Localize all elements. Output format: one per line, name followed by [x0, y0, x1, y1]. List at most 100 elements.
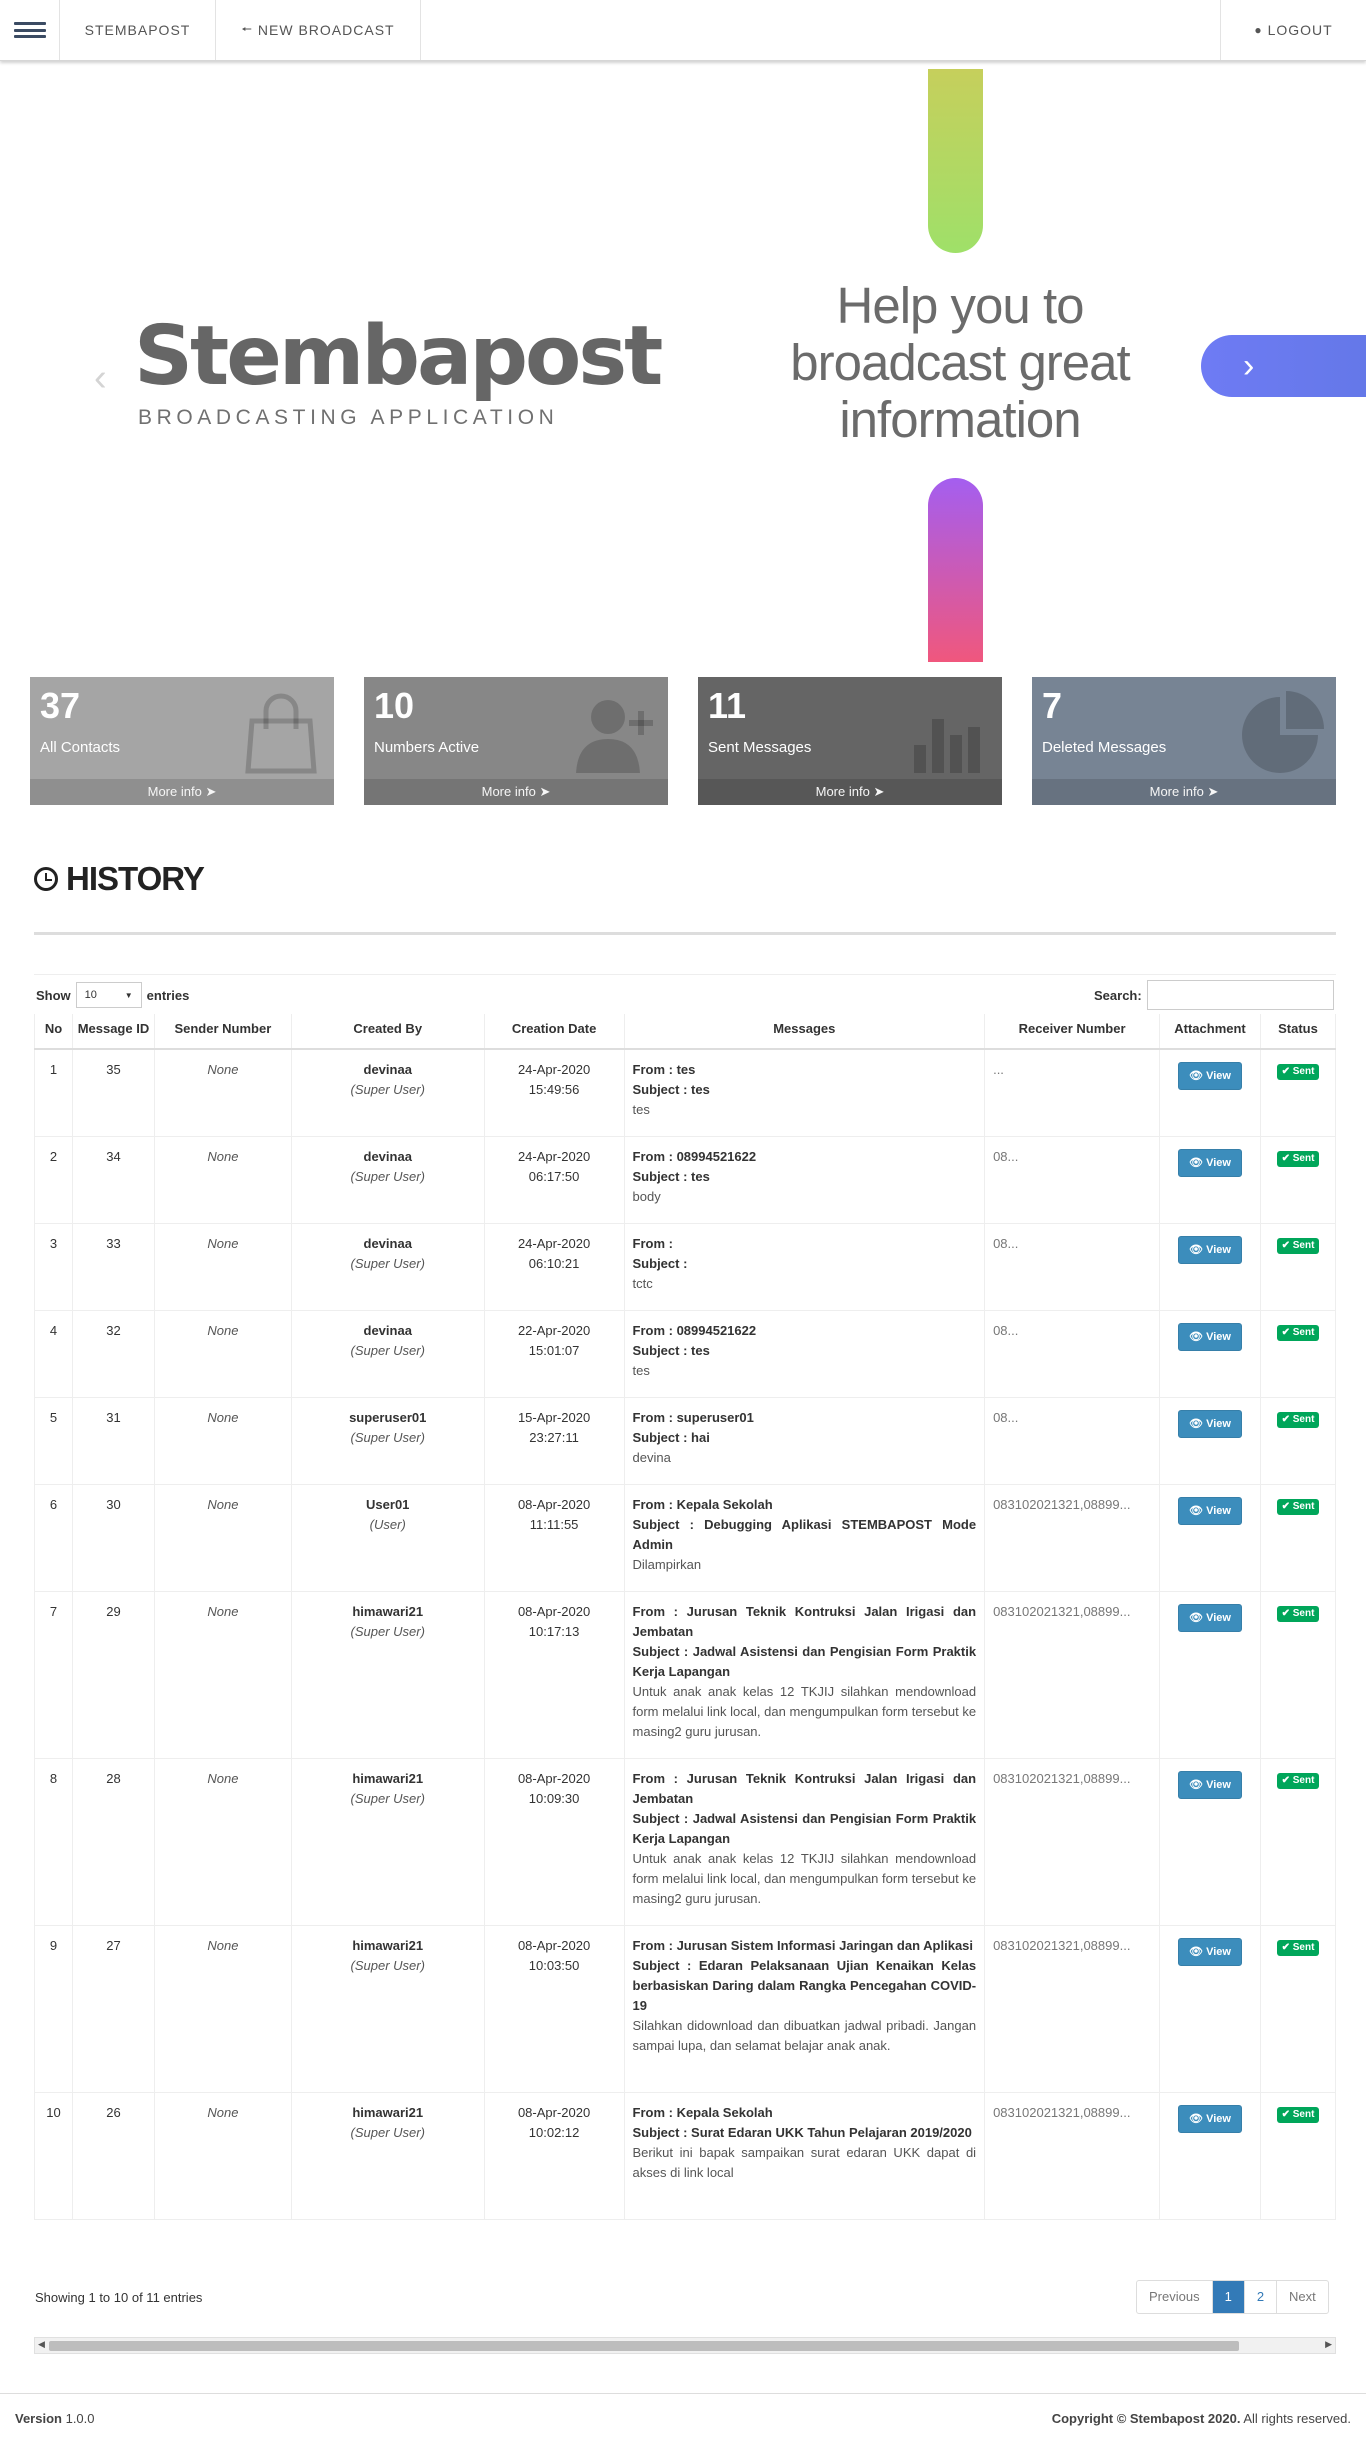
- view-button[interactable]: 👁 View: [1178, 1235, 1242, 1264]
- message-subject: Subject : Surat Edaran UKK Tahun Pelajar…: [632, 2124, 972, 2140]
- chevron-left-icon[interactable]: ‹: [94, 359, 107, 397]
- arrow-circle-right-icon: ➤: [205, 784, 217, 799]
- view-label: View: [1206, 1504, 1231, 1517]
- horizontal-scrollbar[interactable]: ◀ ▶: [34, 2337, 1336, 2354]
- eye-icon: 👁: [1189, 1156, 1204, 1169]
- message-body: tes: [632, 1362, 650, 1378]
- hero-tagline: Help you to broadcast great information: [790, 277, 1130, 448]
- cell-creation-date: 08-Apr-2020 10:03:50: [483, 1924, 625, 2093]
- view-button[interactable]: 👁 View: [1178, 1603, 1242, 1632]
- cell-sender-number: None: [153, 1590, 292, 1759]
- created-by-role: (Super User): [350, 1342, 425, 1358]
- view-label: View: [1206, 1945, 1231, 1958]
- logo-word: Stembapost: [134, 309, 663, 404]
- entries-select-value: 10: [84, 989, 97, 1001]
- view-button[interactable]: 👁 View: [1178, 1496, 1242, 1525]
- check-icon: ✔: [1281, 1413, 1290, 1425]
- column-header[interactable]: Created By: [290, 1014, 485, 1050]
- more-info-link[interactable]: More info ➤: [364, 779, 668, 805]
- table-row: 5 31 None superuser01 (Super User) 15-Apr-202…: [34, 1396, 1337, 1485]
- search-input[interactable]: [1146, 980, 1334, 1010]
- cell-status: ✔ Sent: [1259, 1590, 1337, 1759]
- cell-messages: From : 08994521622 Subject : tes body: [623, 1135, 986, 1224]
- created-by-role: (Super User): [350, 1255, 425, 1271]
- stat-label: Sent Messages: [708, 739, 812, 756]
- entries-label: entries: [146, 987, 190, 1003]
- arrow-circle-right-icon: ➤: [1207, 784, 1219, 799]
- cell-creation-date: 24-Apr-2020 06:10:21: [483, 1222, 625, 1311]
- view-button[interactable]: 👁 View: [1178, 1322, 1242, 1351]
- stat-value: 10: [374, 685, 415, 726]
- more-info-link[interactable]: More info ➤: [30, 779, 334, 805]
- column-header[interactable]: Status: [1259, 1014, 1337, 1050]
- column-header[interactable]: Sender Number: [153, 1014, 292, 1050]
- cell-no: 8: [34, 1757, 73, 1926]
- created-by-role: (Super User): [350, 1790, 425, 1806]
- scroll-left-icon[interactable]: ◀: [38, 2339, 45, 2350]
- view-button[interactable]: 👁 View: [1178, 1409, 1242, 1438]
- column-header[interactable]: Attachment: [1159, 1014, 1261, 1050]
- column-header[interactable]: Message ID: [71, 1014, 155, 1050]
- created-by-user: himawari21: [352, 1603, 424, 1619]
- stat-value: 37: [40, 685, 81, 726]
- column-header[interactable]: Creation Date: [483, 1014, 625, 1050]
- cell-sender-number: None: [153, 1135, 292, 1224]
- message-body: Silahkan didownload dan dibuatkan jadwal…: [632, 2017, 977, 2053]
- cell-messages: From : tes Subject : tes tes: [623, 1048, 986, 1137]
- view-label: View: [1206, 1070, 1231, 1082]
- cell-receiver-number: 08...: [984, 1135, 1161, 1224]
- cell-created-by: devinaa (Super User): [290, 1048, 485, 1137]
- cell-receiver-number: 08...: [984, 1309, 1161, 1398]
- creation-date: 08-Apr-2020: [517, 1496, 591, 1512]
- cell-sender-number: None: [153, 2091, 292, 2220]
- creation-time: 15:49:56: [528, 1082, 580, 1097]
- more-info-label: More info: [815, 784, 870, 799]
- stat-box-all-contacts: 37 All Contacts More info ➤: [30, 677, 334, 805]
- cell-attachment: 👁 View: [1159, 1048, 1261, 1137]
- cell-creation-date: 15-Apr-2020 23:27:11: [483, 1396, 625, 1485]
- view-button[interactable]: 👁 View: [1178, 1062, 1242, 1090]
- column-header[interactable]: No: [34, 1014, 73, 1050]
- created-by-role: (Super User): [350, 1082, 425, 1097]
- new-broadcast-link[interactable]: 🠔 NEW BROADCAST: [216, 0, 421, 60]
- status-badge: ✔ Sent: [1276, 1324, 1320, 1341]
- scroll-right-icon[interactable]: ▶: [1325, 2339, 1332, 2350]
- column-header[interactable]: Receiver Number: [984, 1014, 1161, 1050]
- stat-value: 11: [708, 685, 747, 726]
- view-button[interactable]: 👁 View: [1178, 1770, 1242, 1799]
- view-label: View: [1206, 1778, 1231, 1791]
- message-subject: Subject : Jadwal Asistensi dan Pengisian…: [632, 1643, 977, 1679]
- hamburger-icon[interactable]: [0, 0, 60, 60]
- message-body: body: [632, 1188, 661, 1204]
- chevron-right-icon[interactable]: ›: [1201, 335, 1366, 397]
- pagination-previous[interactable]: Previous: [1137, 2281, 1212, 2313]
- view-button[interactable]: 👁 View: [1178, 2104, 1242, 2133]
- message-from: From : Kepala Sekolah: [632, 2104, 773, 2120]
- pagination-page-2[interactable]: 2: [1243, 2281, 1276, 2313]
- created-by-user: User01: [366, 1496, 410, 1512]
- cell-receiver-number: 083102021321,08899...: [984, 2091, 1161, 2220]
- cell-status: ✔ Sent: [1259, 1757, 1337, 1926]
- view-button[interactable]: 👁 View: [1178, 1148, 1242, 1177]
- view-button[interactable]: 👁 View: [1178, 1937, 1242, 1966]
- column-header[interactable]: Messages: [623, 1014, 986, 1050]
- pagination-next[interactable]: Next: [1276, 2281, 1328, 2313]
- creation-date: 24-Apr-2020: [517, 1148, 591, 1164]
- logo: Stembapost BROADCASTING APPLICATION: [134, 309, 663, 430]
- brand-link[interactable]: STEMBAPOST: [60, 0, 216, 60]
- scrollbar-thumb[interactable]: [49, 2341, 1239, 2351]
- cell-creation-date: 08-Apr-2020 10:17:13: [483, 1590, 625, 1759]
- entries-select[interactable]: 10 ▼: [75, 982, 142, 1008]
- cell-status: ✔ Sent: [1259, 1222, 1337, 1311]
- logout-link[interactable]: ● LOGOUT: [1220, 0, 1366, 60]
- more-info-link[interactable]: More info ➤: [1032, 779, 1336, 805]
- pagination-page-1[interactable]: 1: [1211, 2281, 1244, 2313]
- cell-receiver-number: 08...: [984, 1396, 1161, 1485]
- more-info-link[interactable]: More info ➤: [698, 779, 1002, 805]
- cell-sender-number: None: [153, 1924, 292, 2093]
- eye-icon: 👁: [1189, 1330, 1204, 1343]
- cell-creation-date: 22-Apr-2020 15:01:07: [483, 1309, 625, 1398]
- created-by-user: himawari21: [352, 1937, 424, 1953]
- message-body: Untuk anak anak kelas 12 TKJIJ silahkan …: [632, 1850, 977, 1906]
- message-subject: Subject : Edaran Pelaksanaan Ujian Kenai…: [632, 1957, 977, 2013]
